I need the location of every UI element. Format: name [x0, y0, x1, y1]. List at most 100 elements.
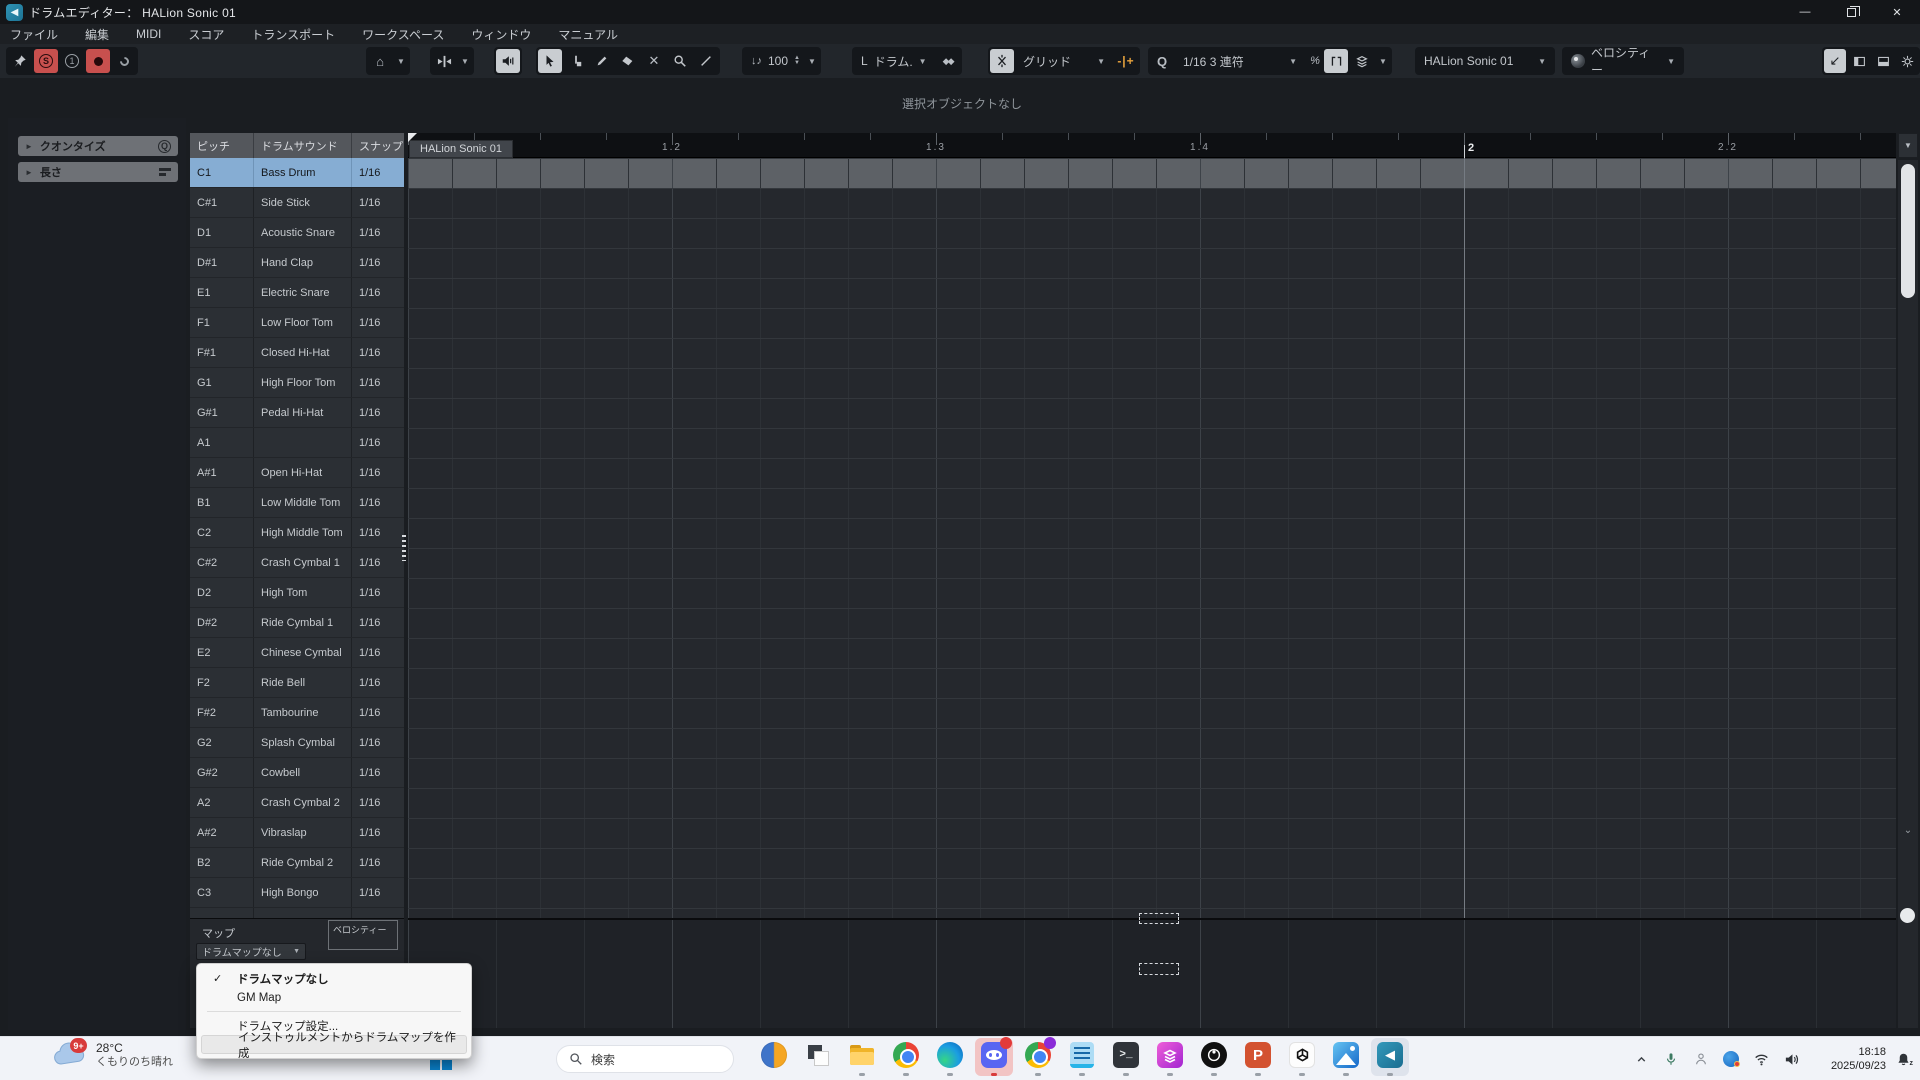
acoustic-feedback-button[interactable]: [112, 49, 136, 73]
diamonds-icon[interactable]: ◆◆: [936, 49, 960, 73]
menu-item-0[interactable]: ファイル: [10, 26, 58, 43]
left-zone-toggle-icon[interactable]: [1848, 49, 1870, 73]
menu-item-7[interactable]: マニュアル: [558, 26, 618, 43]
taskbar-app-obs-icon[interactable]: [1200, 1041, 1228, 1077]
velocity-dropdown-caret[interactable]: ▼: [805, 49, 819, 73]
drum-row-Cs1[interactable]: C#1Side Stick1/16: [190, 188, 404, 218]
controller-lane-selector[interactable]: ベロシティー: [328, 920, 398, 950]
drum-row-E1[interactable]: E1Electric Snare1/16: [190, 278, 404, 308]
context-menu-item-4[interactable]: インストゥルメントからドラムマップを作成: [201, 1035, 467, 1054]
solo-follow-button[interactable]: 1: [60, 49, 84, 73]
drum-row-E2[interactable]: E2Chinese Cymbal1/16: [190, 638, 404, 668]
layers-icon[interactable]: [1350, 49, 1374, 73]
drum-row-D2[interactable]: D2High Tom1/16: [190, 578, 404, 608]
drum-row-B1[interactable]: B1Low Middle Tom1/16: [190, 488, 404, 518]
taskbar-app-chrome-icon[interactable]: [892, 1041, 920, 1077]
line-tool[interactable]: [694, 49, 718, 73]
person-icon[interactable]: [1686, 1052, 1716, 1066]
drum-row-Fs1[interactable]: F#1Closed Hi-Hat1/16: [190, 338, 404, 368]
taskbar-app-powerpoint-icon[interactable]: P: [1244, 1041, 1272, 1077]
quantize-q-icon[interactable]: Q: [1150, 49, 1174, 73]
layout-dropdown-caret[interactable]: ▼: [394, 49, 408, 73]
header-snap[interactable]: スナップ: [352, 133, 404, 158]
inspector-section-quantize[interactable]: ► クオンタイズ Q: [18, 136, 178, 156]
taskbar-app-photos-icon[interactable]: [1332, 1041, 1360, 1077]
lower-zone-toggle-icon[interactable]: [1872, 49, 1894, 73]
context-menu-item-0[interactable]: ✓ドラムマップなし: [201, 969, 467, 988]
menu-item-6[interactable]: ウィンドウ: [471, 26, 531, 43]
speaker-icon[interactable]: [496, 49, 520, 73]
layers-dropdown-caret[interactable]: ▼: [1376, 49, 1390, 73]
drum-row-A2[interactable]: A2Crash Cymbal 21/16: [190, 788, 404, 818]
drum-row-Cs3[interactable]: C#3Low Bongo1/16: [190, 908, 404, 918]
header-pitch[interactable]: ピッチ: [190, 133, 254, 158]
ruler-options-caret[interactable]: ▼: [1898, 133, 1918, 158]
open-in-lower-zone-icon[interactable]: ↙: [1824, 49, 1846, 73]
taskbar-app-notepad-icon[interactable]: [1068, 1041, 1096, 1077]
minimize-button[interactable]: —: [1782, 0, 1828, 24]
menu-item-1[interactable]: 編集: [85, 26, 109, 43]
vertical-scrollbar[interactable]: ⌄: [1898, 160, 1918, 1028]
drum-map-dropdown[interactable]: ドラムマップなし ▼: [196, 943, 306, 960]
relative-grid-icon[interactable]: -|+: [1114, 49, 1138, 73]
object-selection-tool[interactable]: [538, 49, 562, 73]
close-button[interactable]: ✕: [1874, 0, 1920, 24]
header-drumsound[interactable]: ドラムサウンド: [254, 133, 352, 158]
taskbar-app-chatgpt-icon[interactable]: [1288, 1041, 1316, 1077]
list-splitter-handle[interactable]: [402, 535, 406, 561]
event-colors-dropdown[interactable]: ベロシティー ▼: [1564, 49, 1682, 73]
autoscroll-dropdown-caret[interactable]: ▼: [458, 49, 472, 73]
erase-tool[interactable]: [616, 49, 640, 73]
menu-item-3[interactable]: スコア: [188, 26, 224, 43]
user-app-icon[interactable]: [1716, 1051, 1746, 1067]
drum-row-F1[interactable]: F1Low Floor Tom1/16: [190, 308, 404, 338]
note-grid[interactable]: [408, 158, 1896, 918]
drum-row-Ds2[interactable]: D#2Ride Cymbal 11/16: [190, 608, 404, 638]
context-menu-item-1[interactable]: GM Map: [201, 988, 467, 1007]
part-name-tab[interactable]: HALion Sonic 01: [409, 140, 513, 158]
drum-row-C1[interactable]: C1Bass Drum1/16: [190, 158, 404, 188]
drum-row-Ds1[interactable]: D#1Hand Clap1/16: [190, 248, 404, 278]
drum-row-F2[interactable]: F2Ride Bell1/16: [190, 668, 404, 698]
volume-icon[interactable]: [1776, 1052, 1806, 1067]
track-dropdown[interactable]: HALion Sonic 01 ▼: [1417, 49, 1553, 73]
search-box[interactable]: 検索: [556, 1045, 734, 1073]
drum-row-Gs2[interactable]: G#2Cowbell1/16: [190, 758, 404, 788]
taskbar-app-terminal-icon[interactable]: >_: [1112, 1041, 1140, 1077]
drum-row-Cs2[interactable]: C#2Crash Cymbal 11/16: [190, 548, 404, 578]
delete-tool[interactable]: ✕: [642, 49, 666, 73]
taskbar-app-chrome-alt-icon[interactable]: [1024, 1041, 1052, 1077]
notification-bell-icon[interactable]: z: [1886, 1052, 1920, 1067]
record-in-editor-button[interactable]: [86, 49, 110, 73]
part-borders-icon[interactable]: [1324, 49, 1348, 73]
drum-row-As1[interactable]: A#1Open Hi-Hat1/16: [190, 458, 404, 488]
menu-item-5[interactable]: ワークスペース: [362, 26, 444, 43]
drum-row-C2[interactable]: C2High Middle Tom1/16: [190, 518, 404, 548]
taskbar-app-desktops-icon[interactable]: [804, 1041, 832, 1077]
quantize-preset-dropdown[interactable]: 1/16 3 連符 ▼: [1176, 49, 1304, 73]
insert-velocity-field[interactable]: ↓♪ 100 ▲▼: [744, 49, 803, 73]
taskbar-app-cubase-icon[interactable]: ◀: [1376, 1041, 1404, 1077]
spinner-icon[interactable]: ▲▼: [794, 56, 800, 66]
chevron-down-icon[interactable]: ⌄: [1901, 825, 1915, 836]
pin-icon[interactable]: [8, 49, 32, 73]
taskbar-app-stack-icon[interactable]: [1156, 1041, 1184, 1077]
menu-item-2[interactable]: MIDI: [136, 27, 161, 41]
drumstick-tool[interactable]: [564, 49, 588, 73]
drum-row-Fs2[interactable]: F#2Tambourine1/16: [190, 698, 404, 728]
cubase-app-icon[interactable]: ◀: [6, 4, 23, 21]
microphone-icon[interactable]: [1656, 1052, 1686, 1066]
zoom-tool[interactable]: [668, 49, 692, 73]
taskbar-app-discord-icon[interactable]: [980, 1041, 1008, 1077]
snap-type-dropdown[interactable]: グリッド ▼: [1016, 49, 1112, 73]
setup-toolbar-gear-icon[interactable]: [1896, 49, 1918, 73]
drum-row-A1[interactable]: A11/16: [190, 428, 404, 458]
drum-row-B2[interactable]: B2Ride Cymbal 21/16: [190, 848, 404, 878]
clock[interactable]: 18:18 2025/09/23: [1808, 1045, 1886, 1074]
lane-divider-knob[interactable]: [1900, 908, 1915, 923]
snap-on-off-button[interactable]: [990, 49, 1014, 73]
drum-row-As2[interactable]: A#2Vibraslap1/16: [190, 818, 404, 848]
drum-row-D1[interactable]: D1Acoustic Snare1/16: [190, 218, 404, 248]
drum-row-Gs1[interactable]: G#1Pedal Hi-Hat1/16: [190, 398, 404, 428]
drum-row-G2[interactable]: G2Splash Cymbal1/16: [190, 728, 404, 758]
